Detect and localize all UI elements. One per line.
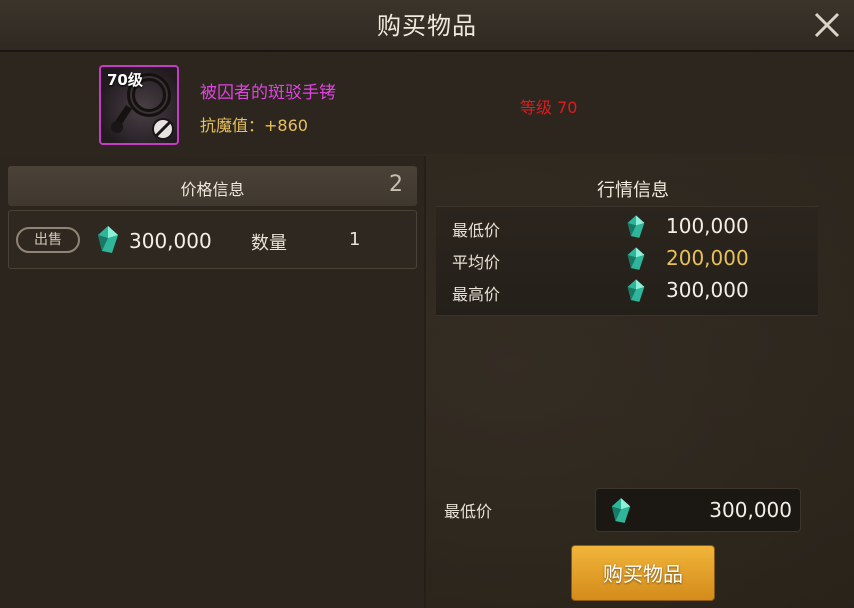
gem-icon	[627, 247, 645, 270]
market-info-box: 最低价 100,000 平均价 200,000 最高价 300,000	[436, 206, 818, 316]
market-value: 300,000	[666, 278, 749, 302]
window-title: 购买物品	[377, 12, 477, 40]
market-info-title: 行情信息	[597, 180, 669, 201]
market-label: 平均价	[452, 253, 501, 272]
market-value: 100,000	[666, 214, 749, 238]
quantity-label: 数量	[251, 233, 287, 254]
price-info-header: 价格信息 2	[8, 166, 417, 206]
market-row-max: 最高价 300,000	[436, 275, 818, 307]
sell-tag: 出售	[16, 227, 80, 253]
price-info-title: 价格信息	[180, 180, 245, 199]
market-row-avg: 平均价 200,000	[436, 243, 818, 275]
market-row-min: 最低价 100,000	[436, 211, 818, 243]
listing-row[interactable]: 出售 300,000 数量 1	[8, 210, 417, 269]
gem-icon	[627, 279, 645, 302]
market-value: 200,000	[666, 246, 749, 270]
listing-count: 2	[389, 172, 403, 197]
buy-button[interactable]: 购买物品	[571, 545, 715, 601]
item-stat: 抗魔值：+860	[200, 116, 308, 135]
gem-icon	[627, 215, 645, 238]
close-icon[interactable]	[810, 6, 844, 40]
item-level-requirement: 等级 70	[520, 98, 578, 117]
gem-icon	[611, 498, 631, 523]
listing-price: 300,000	[129, 229, 212, 253]
item-level-badge: 70级	[107, 71, 143, 89]
title-bar: 购买物品	[0, 0, 854, 52]
market-label: 最低价	[452, 221, 501, 240]
item-name: 被囚者的斑驳手铐	[200, 83, 336, 103]
panel-divider	[424, 156, 426, 608]
quantity-value: 1	[349, 229, 361, 250]
price-input-label: 最低价	[444, 502, 493, 521]
market-label: 最高价	[452, 285, 501, 304]
price-input-value: 300,000	[709, 498, 792, 522]
gem-icon	[98, 226, 118, 253]
price-input[interactable]: 300,000	[595, 488, 801, 532]
item-slot[interactable]: 70级	[99, 65, 179, 145]
